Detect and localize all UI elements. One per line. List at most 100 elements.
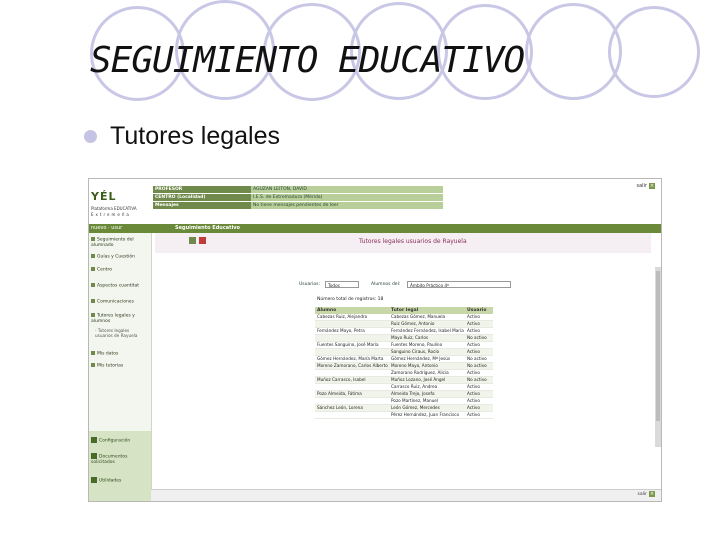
- app-logo: YÉL Plataforma EDUCATIVA Extremeña: [91, 182, 147, 220]
- slide-title: SEGUIMIENTO EDUCATIVO: [90, 40, 525, 81]
- header-key: PROFESOR: [153, 186, 251, 193]
- menu-icon: [91, 351, 95, 355]
- table-cell: No activo: [467, 356, 487, 361]
- table-cell: [315, 398, 389, 404]
- table-cell: Activo: [467, 412, 480, 417]
- sidebar-item-mis-tutorias[interactable]: Mis tutorías: [91, 363, 147, 369]
- table-row[interactable]: Pérez Hernández, Juan Francisco Activo: [315, 412, 493, 419]
- table-cell: [315, 370, 389, 376]
- column-header[interactable]: Alumno: [315, 307, 389, 314]
- column-header[interactable]: Tutor legal: [389, 307, 465, 314]
- content-title: Tutores legales usuarios de Rayuela: [359, 238, 467, 245]
- table-cell: Gómez Hernández, María Marta: [317, 356, 384, 361]
- document-icon: [91, 453, 97, 459]
- sidebar-item-tutores[interactable]: Tutores legales y alumnos: [91, 313, 147, 325]
- table-cell: Sánchez León, Lorena: [317, 405, 363, 410]
- table-row[interactable]: Sánchez León, Lorena León Gómez, Mercedes…: [315, 405, 493, 412]
- table-cell: Pozo Almeida, Fátima: [317, 391, 362, 396]
- table-cell: Gómez Hernández, Mª Jesús: [391, 356, 451, 361]
- table-cell: Ruiz Gómez, Antonio: [391, 321, 435, 326]
- menu-icon: [91, 363, 95, 367]
- alumnos-label: Alumnos del:: [371, 282, 401, 287]
- menu-icon: [91, 254, 95, 258]
- tutors-table: Alumno Tutor legal Usuario Cabezas Ruiz,…: [315, 307, 493, 419]
- bottom-exit-button[interactable]: salir ×: [638, 491, 655, 497]
- sidebar-item-configuracion[interactable]: Configuración: [91, 437, 147, 444]
- table-cell: Carrasco Ruiz, Andrea: [391, 384, 438, 389]
- table-cell: Activo: [467, 370, 480, 375]
- table-cell: [315, 321, 389, 327]
- tools-icon: [91, 477, 97, 483]
- top-nav-left[interactable]: nuevo · usur: [91, 225, 122, 231]
- table-row[interactable]: Zamorano Rodríguez, Alicia Activo: [315, 370, 493, 377]
- logo-main: YÉL: [91, 190, 117, 203]
- embedded-screenshot: YÉL Plataforma EDUCATIVA Extremeña PROFE…: [88, 178, 662, 502]
- table-row[interactable]: Carrasco Ruiz, Andrea Activo: [315, 384, 493, 391]
- sidebar-item-label: Guías y Cuestión: [97, 254, 135, 260]
- sidebar-item-mis-datos[interactable]: Mis datos: [91, 351, 147, 357]
- table-cell: Fuentes Sanguino, José María: [317, 342, 379, 347]
- sidebar-item-centro[interactable]: Centro: [91, 267, 147, 273]
- table-cell: Muñoz Lozano, José Ángel: [391, 377, 446, 382]
- column-header[interactable]: Usuario: [465, 307, 493, 314]
- sidebar-item-label: Aspectos cuantitat: [97, 283, 140, 289]
- alumnos-select[interactable]: Ámbito Práctico 4º: [407, 281, 511, 288]
- close-icon: ×: [649, 183, 655, 189]
- table-cell: Moreno Zamorano, Carlos Alberto: [317, 363, 388, 368]
- table-cell: No activo: [467, 377, 487, 382]
- table-row[interactable]: Sanguino Ciraus, Rocío Activo: [315, 349, 493, 356]
- table-row[interactable]: Fuentes Sanguino, José María Fuentes More…: [315, 342, 493, 349]
- scrollbar-thumb[interactable]: [656, 271, 660, 421]
- bullet-dot: [84, 130, 97, 143]
- table-cell: Fernández Fernández, Isabel María: [391, 328, 464, 333]
- sidebar-item-comunicaciones[interactable]: Comunicaciones: [91, 299, 147, 305]
- table-cell: Activo: [467, 398, 480, 403]
- table-cell: Almeida Trejo, Josefa: [391, 391, 435, 396]
- table-cell: Pozo Martínez, Manuel: [391, 398, 439, 403]
- table-row[interactable]: Mayo Ruiz, Carlos No activo: [315, 335, 493, 342]
- sidebar-bottom: Configuración Documentos solicitados Uti…: [89, 431, 151, 501]
- sidebar-item-label: Tutores legales y alumnos: [91, 313, 135, 325]
- table-row[interactable]: Ruiz Gómez, Antonio Activo: [315, 321, 493, 328]
- table-row[interactable]: Gómez Hernández, María Marta Gómez Hernán…: [315, 356, 493, 363]
- table-row[interactable]: Moreno Zamorano, Carlos Alberto Moreno Ma…: [315, 363, 493, 370]
- table-row[interactable]: Muñoz Carrasco, Isabel Muñoz Lozano, José…: [315, 377, 493, 384]
- table-row[interactable]: Pozo Almeida, Fátima Almeida Trejo, Josef…: [315, 391, 493, 398]
- usuarios-select[interactable]: Todos: [325, 281, 359, 288]
- print-icon[interactable]: [199, 237, 206, 244]
- menu-icon: [91, 313, 95, 317]
- table-cell: Activo: [467, 391, 480, 396]
- close-icon: ×: [649, 491, 655, 497]
- table-row[interactable]: Fernández Mayo, Petra Fernández Fernández…: [315, 328, 493, 335]
- sidebar-item-documentos[interactable]: Documentos solicitados: [91, 453, 147, 466]
- sidebar-item-label: Mis tutorías: [97, 363, 124, 369]
- table-cell: Activo: [467, 321, 480, 326]
- sidebar-subitem-tutores-legales[interactable]: - Tutores legales usuarios de Rayuela: [95, 328, 147, 338]
- menu-icon: [91, 283, 95, 287]
- header-info: PROFESOR AGUZAN LEITON, DAVID CENTRO (Lo…: [153, 186, 443, 210]
- toolbar-icons: [189, 237, 209, 246]
- header-value: No tiene mensajes pendientes de leer: [251, 202, 443, 209]
- table-cell: Fuentes Moreno, Paulino: [391, 342, 443, 347]
- table-cell: Activo: [467, 405, 480, 410]
- table-row[interactable]: Pozo Martínez, Manuel Activo: [315, 398, 493, 405]
- table-body: Cabezas Ruiz, Alejandro Cabezas Gómez, Ma…: [315, 314, 493, 419]
- sidebar-item-label: Configuración: [99, 438, 131, 444]
- table-header: Alumno Tutor legal Usuario: [315, 307, 493, 314]
- table-cell: [315, 349, 389, 355]
- report-icon[interactable]: [189, 237, 196, 244]
- sidebar-item-seguimiento[interactable]: Seguimiento del alumnado: [91, 237, 147, 249]
- table-cell: Cabezas Gómez, Manuela: [391, 314, 446, 319]
- header-key: CENTRO (Localidad): [153, 194, 251, 201]
- header-row[interactable]: Mensajes No tiene mensajes pendientes de…: [153, 202, 443, 209]
- sidebar-item-utilidades[interactable]: Utilidades: [91, 477, 147, 484]
- table-cell: Activo: [467, 314, 480, 319]
- exit-button[interactable]: salir ×: [636, 183, 655, 189]
- exit-label: salir: [636, 183, 647, 189]
- total-records: Número total de registros: 18: [317, 297, 384, 302]
- exit-label: salir: [637, 492, 647, 497]
- sidebar-item-aspectos[interactable]: Aspectos cuantitat: [91, 283, 147, 289]
- sidebar-item-guias[interactable]: Guías y Cuestión: [91, 254, 147, 260]
- table-row[interactable]: Cabezas Ruiz, Alejandro Cabezas Gómez, Ma…: [315, 314, 493, 321]
- logo-sub: Plataforma EDUCATIVA: [91, 206, 137, 211]
